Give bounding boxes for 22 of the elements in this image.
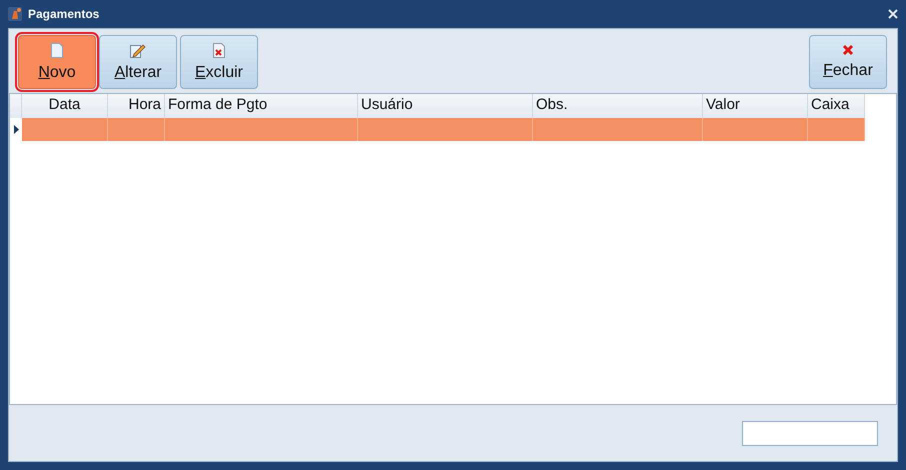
- column-header[interactable]: Valor: [703, 94, 808, 118]
- app-icon: [8, 7, 22, 21]
- column-header[interactable]: Hora: [108, 94, 165, 118]
- toolbar-button[interactable]: Alterar: [99, 35, 177, 89]
- window-title: Pagamentos: [28, 7, 100, 21]
- toolbar-button[interactable]: Novo: [18, 35, 96, 89]
- pencil-document-icon: [130, 42, 146, 58]
- close-icon[interactable]: [888, 9, 898, 19]
- table-cell: [108, 118, 165, 141]
- column-header[interactable]: Usuário: [358, 94, 533, 118]
- input-field[interactable]: [742, 420, 878, 446]
- document-icon: [51, 42, 63, 58]
- close-icon: [842, 44, 854, 56]
- header-corner: [10, 94, 22, 118]
- toolbar-button[interactable]: Excluir: [180, 35, 258, 89]
- close-button[interactable]: Fechar: [809, 35, 887, 89]
- column-header[interactable]: Obs.: [533, 94, 703, 118]
- column-header[interactable]: Caixa: [808, 94, 865, 118]
- column-header[interactable]: Forma de Pgto: [165, 94, 358, 118]
- table-cell: [808, 118, 865, 141]
- column-header[interactable]: Data: [22, 94, 108, 118]
- delete-document-icon: [213, 42, 225, 58]
